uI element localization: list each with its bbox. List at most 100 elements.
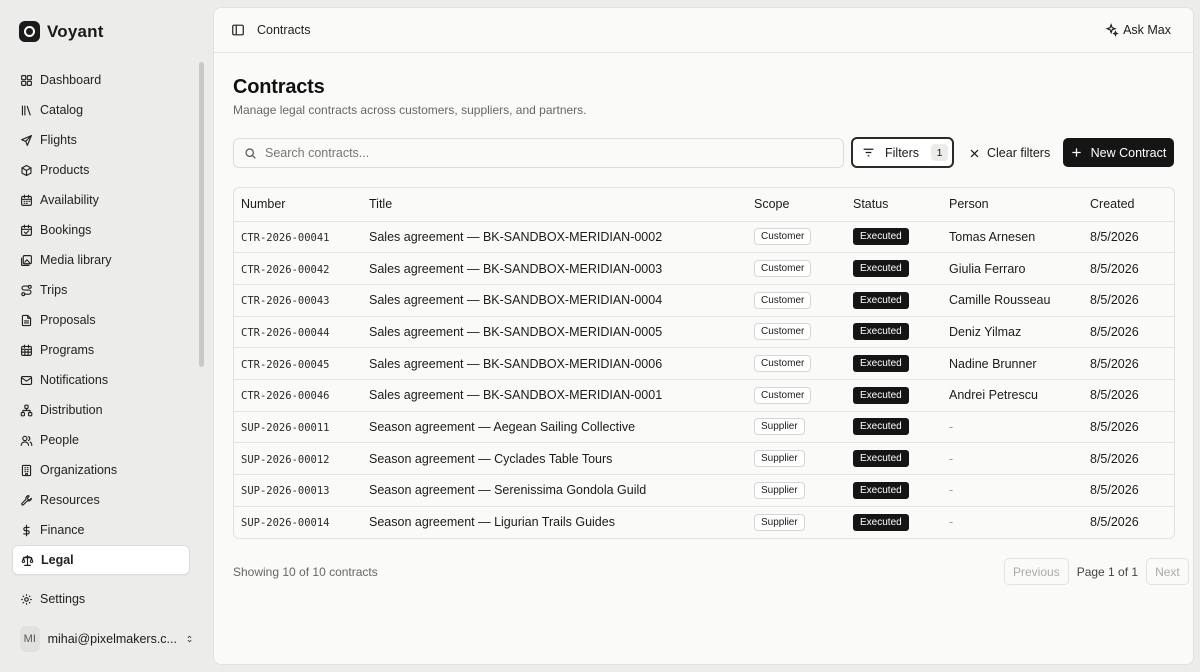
sidebar-item-label: Settings: [40, 592, 86, 606]
page-subtitle: Manage legal contracts across customers,…: [233, 103, 587, 117]
contract-title[interactable]: Sales agreement — BK-SANDBOX-MERIDIAN-00…: [369, 388, 662, 402]
column-header-number[interactable]: Number: [234, 188, 369, 222]
new-contract-button[interactable]: New Contract: [1063, 138, 1174, 167]
column-header-person[interactable]: Person: [949, 188, 1090, 222]
status-badge: Executed: [853, 481, 909, 499]
page-indicator: Page 1 of 1: [1076, 564, 1139, 579]
sidebar-item-label: Products: [40, 163, 90, 177]
sidebar-item-dashboard[interactable]: Dashboard: [12, 65, 190, 95]
contract-person: -: [949, 515, 954, 530]
table-row[interactable]: CTR-2026-00044 Sales agreement — BK-SANDB…: [234, 316, 1174, 349]
images-icon: [21, 254, 32, 266]
status-badge: Executed: [853, 323, 909, 341]
contract-title[interactable]: Season agreement — Cyclades Table Tours: [369, 452, 612, 466]
brand[interactable]: Voyant: [19, 21, 104, 42]
sidebar-scrollbar[interactable]: [199, 62, 204, 367]
sidebar-item-media-library[interactable]: Media library: [12, 245, 190, 275]
sidebar-item-flights[interactable]: Flights: [12, 125, 190, 155]
sidebar-item-catalog[interactable]: Catalog: [12, 95, 190, 125]
table-row[interactable]: SUP-2026-00011 Season agreement — Aegean …: [234, 411, 1174, 444]
filters-button[interactable]: Filters 1: [851, 137, 954, 168]
sidebar-item-trips[interactable]: Trips: [12, 275, 190, 305]
sidebar-item-settings[interactable]: Settings: [12, 584, 190, 614]
contract-person: Giulia Ferraro: [949, 261, 1026, 276]
column-header-status[interactable]: Status: [853, 188, 949, 222]
search-box[interactable]: [233, 138, 844, 168]
table-row[interactable]: SUP-2026-00013 Season agreement — Serenis…: [234, 474, 1174, 507]
table-row[interactable]: SUP-2026-00014 Season agreement — Liguria…: [234, 506, 1174, 538]
contract-number: CTR-2026-00044: [241, 326, 330, 339]
sidebar-item-label: Flights: [40, 133, 77, 147]
table-row[interactable]: CTR-2026-00042 Sales agreement — BK-SANDB…: [234, 252, 1174, 285]
contract-created: 8/5/2026: [1090, 261, 1139, 276]
contract-person: -: [949, 419, 954, 434]
column-header-scope[interactable]: Scope: [754, 188, 853, 222]
sparkles-icon: [1105, 23, 1119, 37]
contract-title[interactable]: Sales agreement — BK-SANDBOX-MERIDIAN-00…: [369, 230, 662, 244]
sidebar-item-label: Organizations: [40, 463, 118, 477]
status-badge: Executed: [853, 291, 909, 309]
scope-badge: Supplier: [754, 418, 805, 436]
contract-title[interactable]: Season agreement — Aegean Sailing Collec…: [369, 420, 635, 434]
sidebar-item-label: Availability: [40, 193, 99, 207]
sidebar-item-label: Programs: [40, 343, 95, 357]
contract-title[interactable]: Sales agreement — BK-SANDBOX-MERIDIAN-00…: [369, 325, 662, 339]
contract-person: Deniz Yilmaz: [949, 324, 1022, 339]
sidebar-item-legal[interactable]: Legal: [12, 545, 190, 575]
sidebar-item-resources[interactable]: Resources: [12, 485, 190, 515]
sidebar-item-programs[interactable]: Programs: [12, 335, 190, 365]
contract-title[interactable]: Sales agreement — BK-SANDBOX-MERIDIAN-00…: [369, 357, 662, 371]
table-row[interactable]: CTR-2026-00046 Sales agreement — BK-SANDB…: [234, 379, 1174, 412]
contract-number: CTR-2026-00041: [241, 231, 330, 244]
table-row[interactable]: SUP-2026-00012 Season agreement — Cyclade…: [234, 442, 1174, 475]
sidebar-item-label: Trips: [40, 283, 68, 297]
previous-page-button[interactable]: Previous: [1004, 558, 1069, 585]
sidebar-item-proposals[interactable]: Proposals: [12, 305, 190, 335]
contract-created: 8/5/2026: [1090, 483, 1139, 498]
dollar-icon: [23, 524, 30, 536]
sidebar-item-distribution[interactable]: Distribution: [12, 395, 190, 425]
column-header-created[interactable]: Created: [1090, 188, 1174, 222]
contract-title[interactable]: Season agreement — Ligurian Trails Guide…: [369, 515, 615, 529]
contract-title[interactable]: Sales agreement — BK-SANDBOX-MERIDIAN-00…: [369, 262, 662, 276]
pagination: Previous Page 1 of 1 Next: [1004, 558, 1189, 585]
ask-max-button[interactable]: Ask Max: [1105, 23, 1171, 37]
clear-filters-label: Clear filters: [987, 146, 1051, 160]
table-row[interactable]: CTR-2026-00045 Sales agreement — BK-SANDB…: [234, 347, 1174, 380]
contract-title[interactable]: Season agreement — Serenissima Gondola G…: [369, 483, 646, 497]
sidebar-item-availability[interactable]: Availability: [12, 185, 190, 215]
contract-title[interactable]: Sales agreement — BK-SANDBOX-MERIDIAN-00…: [369, 293, 662, 307]
sidebar-item-notifications[interactable]: Notifications: [12, 365, 190, 395]
contract-created: 8/5/2026: [1090, 293, 1139, 308]
calendar-check-icon: [21, 224, 32, 236]
table-row[interactable]: CTR-2026-00041 Sales agreement — BK-SANDB…: [234, 221, 1174, 254]
contract-number: CTR-2026-00043: [241, 295, 330, 308]
sidebar-item-finance[interactable]: Finance: [12, 515, 190, 545]
sidebar-item-organizations[interactable]: Organizations: [12, 455, 190, 485]
sidebar-item-bookings[interactable]: Bookings: [12, 215, 190, 245]
next-page-button[interactable]: Next: [1146, 558, 1189, 585]
search-input[interactable]: [265, 146, 825, 160]
table-row[interactable]: CTR-2026-00043 Sales agreement — BK-SANDB…: [234, 284, 1174, 317]
contract-person: Camille Rousseau: [949, 293, 1051, 308]
sidebar-item-products[interactable]: Products: [12, 155, 190, 185]
brand-name: Voyant: [47, 21, 104, 41]
breadcrumb[interactable]: Contracts: [257, 23, 1105, 37]
user-menu[interactable]: MI mihai@pixelmakers.c...: [20, 624, 194, 654]
sidebar-toggle-icon[interactable]: [231, 23, 245, 37]
contract-number: SUP-2026-00013: [241, 485, 330, 498]
main-panel: Contracts Ask Max Contracts Manage legal…: [213, 7, 1194, 665]
scope-badge: Supplier: [754, 513, 805, 531]
sidebar-item-people[interactable]: People: [12, 425, 190, 455]
sidebar-nav: Dashboard Catalog Flights Products Availabil…: [12, 65, 190, 575]
calendar-icon: [21, 194, 32, 206]
topbar: Contracts Ask Max: [214, 8, 1193, 53]
route-icon: [21, 284, 32, 296]
clear-filters-button[interactable]: Clear filters: [969, 138, 1050, 168]
column-header-title[interactable]: Title: [369, 188, 754, 222]
contract-created: 8/5/2026: [1090, 324, 1139, 339]
contract-person: -: [949, 451, 954, 466]
search-icon: [245, 147, 256, 159]
contract-created: 8/5/2026: [1090, 388, 1139, 403]
sidebar-item-label: Bookings: [40, 223, 92, 237]
